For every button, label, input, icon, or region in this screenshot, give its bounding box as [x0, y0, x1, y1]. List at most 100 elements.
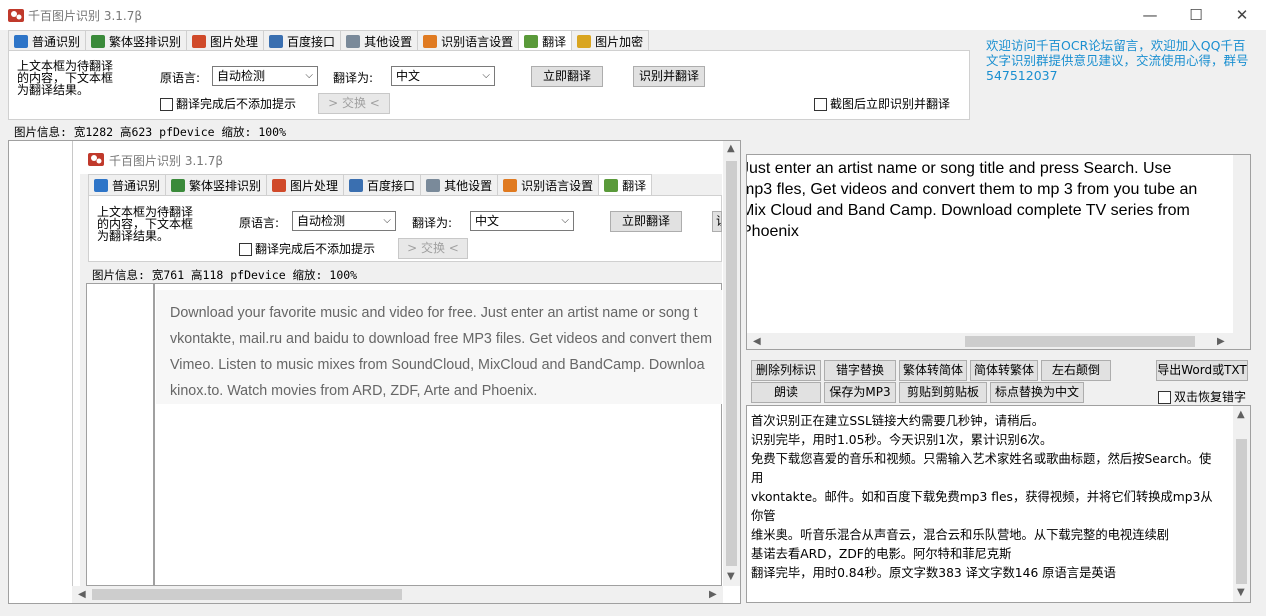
- result-text-line: 基诺去看ARD，ZDF的电影。阿尔特和菲尼克斯: [751, 547, 1012, 561]
- tab-icon: [171, 178, 186, 192]
- toolbar-button-row2-2[interactable]: 剪贴到剪贴板: [899, 382, 987, 403]
- tab-6[interactable]: 翻译: [518, 30, 573, 52]
- scrollbar-thumb[interactable]: [726, 161, 737, 566]
- scroll-left-icon: ◀: [78, 589, 86, 600]
- source-language-select[interactable]: 自动检测 ⌵: [212, 66, 318, 86]
- checkbox-icon: [239, 243, 252, 256]
- result-text-line: 免费下载您喜爱的音乐和视频。只需输入艺术家姓名或歌曲标题，然后按Search。使: [751, 452, 1212, 466]
- image-text-line: vkontakte, mail.ru and baidu to download…: [170, 331, 712, 347]
- chevron-down-icon: ⌵: [305, 70, 313, 81]
- tab-icon: [14, 34, 28, 48]
- toolbar-button-row1-4[interactable]: 左右颠倒: [1041, 360, 1111, 381]
- toolbar-row-1: 删除列标识 错字替换 繁体转简体 简体转繁体 左右颠倒: [751, 360, 1111, 381]
- checkbox-icon: [1158, 391, 1171, 404]
- tab-icon: [426, 178, 441, 192]
- scrollbar-thumb[interactable]: [1236, 439, 1247, 584]
- source-text-line: mp3 fles, Get videos and convert them to…: [746, 181, 1198, 198]
- ocr-and-translate-button[interactable]: 识别并翻译: [633, 66, 705, 87]
- result-text-line: 翻译完毕，用时0.84秒。原文字数383 译文字数146 原语言是英语: [751, 566, 1116, 580]
- tab-icon: [91, 34, 106, 48]
- target-language-select[interactable]: 中文 ⌵: [391, 66, 495, 86]
- nested-target-language-label: 翻译为:: [412, 216, 453, 230]
- tab-1[interactable]: 繁体竖排识别: [85, 30, 188, 51]
- tab-5[interactable]: 识别语言设置: [417, 30, 520, 51]
- nested-source-language-label: 原语言:: [239, 216, 280, 230]
- maximize-button[interactable]: ☐: [1173, 0, 1219, 30]
- export-word-txt-button[interactable]: 导出Word或TXT: [1156, 360, 1248, 381]
- tab-icon: [577, 34, 592, 48]
- source-text-box[interactable]: Just enter an artist name or song title …: [746, 154, 1251, 350]
- chevron-down-icon: ⌵: [561, 215, 569, 226]
- result-text-line: 你管: [751, 509, 776, 523]
- scroll-right-icon: ▶: [709, 589, 717, 600]
- canvas-vertical-scrollbar[interactable]: ▲ ▼: [723, 141, 740, 586]
- nested-swap-button: > 交换 <: [398, 238, 468, 259]
- restore-typo-checkbox[interactable]: 双击恢复错字: [1158, 388, 1246, 405]
- nested-translate-now-button: 立即翻译: [610, 211, 682, 232]
- image-info: 图片信息: 宽1282 高623 pfDevice 缩放: 100%: [14, 125, 287, 139]
- nested-tab-5: 识别语言设置: [497, 174, 600, 195]
- toolbar-button-row2-0[interactable]: 朗读: [751, 382, 821, 403]
- tab-2[interactable]: 图片处理: [186, 30, 265, 51]
- checkbox-icon: [160, 98, 173, 111]
- toolbar-row-2: 朗读 保存为MP3 剪贴到剪贴板 标点替换为中文: [751, 382, 1084, 403]
- canvas-horizontal-scrollbar[interactable]: ◀ ▶: [72, 586, 723, 603]
- tab-icon: [272, 178, 287, 192]
- tab-icon: [524, 35, 539, 48]
- app-logo-icon: [8, 9, 24, 22]
- toolbar-button-row1-3[interactable]: 简体转繁体: [970, 360, 1038, 381]
- tab-0[interactable]: 普通识别: [8, 30, 87, 51]
- toolbar-button-row1-1[interactable]: 错字替换: [824, 360, 896, 381]
- image-text-line: Vimeo. Listen to music mixes from SoundC…: [170, 357, 705, 373]
- swap-button[interactable]: > 交换 <: [318, 93, 390, 114]
- chevron-down-icon: ⌵: [482, 70, 490, 81]
- result-vertical-scrollbar[interactable]: ▲ ▼: [1233, 406, 1250, 602]
- toolbar-button-row1-2[interactable]: 繁体转简体: [899, 360, 967, 381]
- source-horizontal-scrollbar[interactable]: ◀ ▶: [747, 333, 1250, 349]
- source-vertical-scrollbar[interactable]: [1233, 155, 1250, 333]
- nested-tab-0: 普通识别: [88, 174, 167, 195]
- tab-7[interactable]: 图片加密: [571, 30, 650, 51]
- translate-now-button[interactable]: 立即翻译: [531, 66, 603, 87]
- tab-icon: [503, 178, 518, 192]
- tab-icon: [346, 34, 361, 48]
- source-text-line: Phoenix: [746, 223, 799, 240]
- scroll-up-icon: ▲: [1237, 409, 1245, 420]
- tab-4[interactable]: 其他设置: [340, 30, 419, 51]
- source-text-line: Just enter an artist name or song title …: [746, 160, 1172, 177]
- result-text-line: 识别完毕，用时1.05秒。今天识别1次，累计识别6次。: [751, 433, 1053, 447]
- no-prompt-checkbox[interactable]: 翻译完成后不添加提示: [160, 95, 296, 112]
- image-text-line: Download your favorite music and video f…: [170, 305, 698, 321]
- result-text-box[interactable]: 首次识别正在建立SSL链接大约需要几秒钟，请稍后。 识别完毕，用时1.05秒。今天…: [746, 405, 1251, 603]
- result-text-line: vkontakte。邮件。如和百度下载免费mp3 fles，获得视频，并将它们转…: [751, 490, 1213, 504]
- scrollbar-thumb[interactable]: [965, 336, 1195, 347]
- tab-3[interactable]: 百度接口: [263, 30, 342, 51]
- tab-icon: [604, 179, 619, 192]
- tab-icon: [423, 34, 438, 48]
- nested-window-title: 千百图片识别 3.1.7β: [109, 154, 224, 168]
- nested-target-language-select: 中文 ⌵: [470, 211, 574, 231]
- toolbar-button-row1-0[interactable]: 删除列标识: [751, 360, 821, 381]
- close-button[interactable]: ✕: [1219, 0, 1265, 30]
- nested-truncated-button: 识: [712, 211, 722, 232]
- result-text-line: 用: [751, 471, 764, 485]
- nested-source-language-select: 自动检测 ⌵: [292, 211, 396, 231]
- nested-text-image: Download your favorite music and video f…: [156, 290, 722, 404]
- nested-tab-2: 图片处理: [266, 174, 345, 195]
- nested-app-logo-icon: [88, 153, 104, 166]
- scroll-left-icon: ◀: [753, 336, 761, 347]
- nested-tab-bar: 普通识别 繁体竖排识别 图片处理 百度接口 其他设置 识别语言设置 翻译: [88, 174, 722, 195]
- nested-translate-hint: 上文本框为待翻译 的内容，下文本框 为翻译结果。: [97, 205, 194, 243]
- scrollbar-thumb[interactable]: [92, 589, 402, 600]
- tab-icon: [192, 34, 207, 48]
- toolbar-button-row2-1[interactable]: 保存为MP3: [824, 382, 896, 403]
- nested-tab-4: 其他设置: [420, 174, 499, 195]
- scroll-up-icon: ▲: [727, 143, 735, 154]
- auto-after-capture-checkbox[interactable]: 截图后立即识别并翻译: [814, 95, 950, 112]
- minimize-button[interactable]: —: [1127, 0, 1173, 30]
- checkbox-icon: [814, 98, 827, 111]
- main-tab-bar: 普通识别 繁体竖排识别 图片处理 百度接口 其他设置 识别语言设置 翻译 图片加密: [8, 30, 650, 52]
- source-language-label: 原语言:: [160, 71, 201, 85]
- tab-icon: [269, 34, 284, 48]
- toolbar-button-row2-3[interactable]: 标点替换为中文: [990, 382, 1084, 403]
